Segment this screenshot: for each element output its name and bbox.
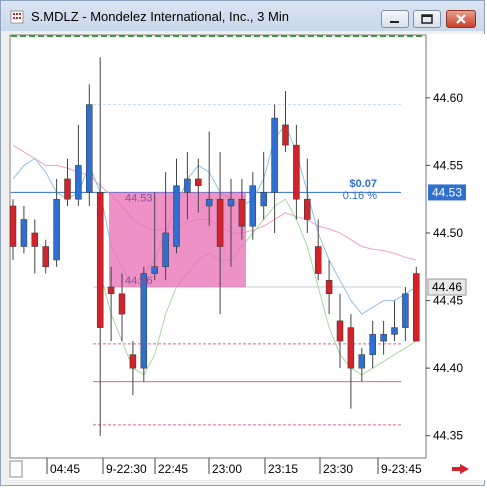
candle-body [238, 198, 246, 227]
selection-bottom-label: 44.46 [125, 275, 153, 287]
window-title: S.MDLZ - Mondelez International, Inc., 3… [31, 9, 289, 24]
x-tick-label: 22:45 [158, 462, 188, 476]
candle-body [216, 198, 224, 247]
candle-body [75, 165, 82, 200]
x-tick-label: 23:15 [268, 462, 298, 476]
y-tick-label: 44.40 [433, 361, 463, 375]
candle-body [293, 144, 300, 200]
candle-body [173, 185, 180, 247]
chart-area[interactable]: 44.53 44.46 $0.07 0.16 % 44.60 44.55 44.50… [9, 34, 485, 480]
y-tick-label: 44.50 [433, 226, 463, 240]
close-button[interactable] [446, 10, 476, 28]
y-tick-label: 44.60 [433, 91, 463, 105]
candle-body [205, 198, 213, 207]
chart-window: S.MDLZ - Mondelez International, Inc., 3… [0, 0, 485, 486]
selection-change-percent: 0.16 % [343, 190, 377, 202]
x-axis: 04:45 9-22:30 22:45 23:00 23:15 23:30 9-23:45 [46, 458, 422, 476]
candle-body [118, 293, 126, 315]
price-chart[interactable]: 44.53 44.46 $0.07 0.16 % 44.60 44.55 44.50… [9, 34, 485, 480]
chart-app-icon [10, 10, 24, 24]
candle-body [380, 334, 387, 342]
candle-body [195, 178, 202, 186]
candle-body [369, 334, 376, 355]
candle-body [31, 232, 39, 247]
minimize-button[interactable] [381, 10, 409, 28]
candle-body [260, 192, 267, 207]
candle-body [282, 124, 289, 146]
candle-body [129, 354, 137, 369]
candle-body [42, 246, 49, 268]
candle-body [64, 178, 71, 200]
maximize-icon [421, 14, 433, 24]
candle-body [86, 104, 93, 193]
candle-body [391, 327, 398, 335]
candle-body [314, 246, 322, 274]
candle-body [402, 293, 409, 328]
candle-body [325, 280, 333, 295]
candle-body [413, 273, 420, 342]
candle-body [184, 178, 191, 193]
title-bar[interactable]: S.MDLZ - Mondelez International, Inc., 3… [1, 1, 484, 31]
x-tick-label: 23:30 [323, 462, 353, 476]
close-icon [456, 14, 466, 24]
y-tick-label: 44.55 [433, 158, 463, 172]
x-tick-label: 04:45 [50, 462, 80, 476]
scroll-right-arrow-icon[interactable] [452, 464, 469, 474]
maximize-button[interactable] [413, 10, 441, 28]
candle-body [96, 192, 104, 328]
candle-body [249, 185, 257, 227]
candle-body [140, 273, 148, 369]
selection-change-value: $0.07 [349, 178, 377, 190]
candle-body [227, 198, 235, 207]
x-tick-label: 9-22:30 [106, 462, 147, 476]
candle-body [107, 286, 115, 295]
candle-body [358, 354, 366, 369]
candle-body [336, 320, 344, 342]
selection-top-label: 44.53 [125, 192, 153, 204]
other-price-label: 44.46 [432, 280, 462, 294]
candle-body [304, 198, 311, 220]
x-axis-corner-box [9, 460, 23, 478]
x-tick-label: 9-23:45 [381, 462, 422, 476]
y-tick-label: 44.45 [433, 294, 463, 308]
current-price-label: 44.53 [432, 185, 462, 199]
candle-body [151, 266, 158, 274]
candle-body [162, 232, 169, 268]
candle-body [53, 198, 60, 261]
x-tick-label: 23:00 [212, 462, 242, 476]
y-tick-label: 44.35 [433, 429, 463, 443]
candle-body [347, 327, 355, 369]
candle-body [9, 205, 17, 247]
minimize-icon [390, 21, 399, 23]
y-axis: 44.60 44.55 44.50 44.45 44.40 44.35 [426, 91, 463, 443]
candle-body [20, 219, 28, 247]
candle-body [271, 117, 278, 193]
